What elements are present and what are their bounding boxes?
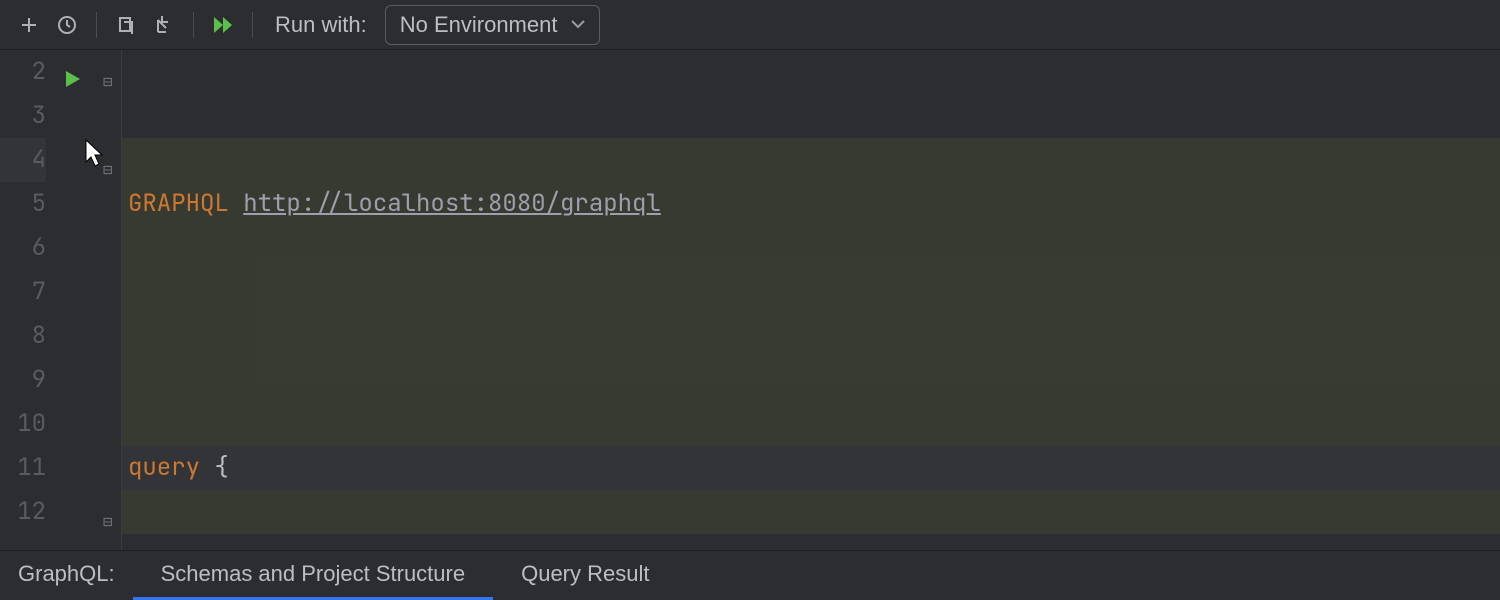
tab-query-result[interactable]: Query Result [493, 551, 677, 600]
line-number: 12 [0, 490, 46, 534]
line-number: 6 [0, 226, 46, 270]
scratch-icon [154, 15, 174, 35]
line-number: 11 [0, 446, 46, 490]
code-line [122, 314, 1500, 358]
line-number: 10 [0, 402, 46, 446]
environment-select[interactable]: No Environment [385, 5, 601, 45]
method-keyword: GRAPHQL [128, 188, 229, 219]
line-number-gutter: 2 3 4 5 6 7 8 9 10 11 12 [0, 50, 56, 550]
run-with-label: Run with: [275, 12, 367, 38]
fold-toggle[interactable]: ⊟ [103, 148, 113, 192]
code-line: GRAPHQL http://localhost:8080/graphql [122, 182, 1500, 226]
line-number: 4 [0, 138, 46, 182]
query-keyword: query [128, 452, 200, 483]
code-area[interactable]: GRAPHQL http://localhost:8080/graphql qu… [122, 50, 1500, 550]
run-all-button[interactable] [208, 10, 238, 40]
code-editor[interactable]: 2 3 4 5 6 7 8 9 10 11 12 ⊟ ⊟ ⊟ GRAPHQL h… [0, 50, 1500, 550]
double-play-icon [212, 15, 234, 35]
code-line: query { [122, 446, 1500, 490]
copy-button[interactable] [111, 10, 141, 40]
line-number: 5 [0, 182, 46, 226]
run-request-button[interactable] [64, 60, 82, 104]
line-number: 9 [0, 358, 46, 402]
run-gutter [56, 50, 100, 550]
toolbar: Run with: No Environment [0, 0, 1500, 50]
line-number: 8 [0, 314, 46, 358]
play-icon [64, 69, 82, 89]
fold-gutter: ⊟ ⊟ ⊟ [100, 50, 122, 550]
tab-schemas[interactable]: Schemas and Project Structure [133, 551, 493, 600]
toolbar-separator [252, 12, 253, 38]
endpoint-url[interactable]: http://localhost:8080/graphql [243, 188, 661, 219]
import-button[interactable] [149, 10, 179, 40]
line-number: 7 [0, 270, 46, 314]
panel-title: GraphQL: [0, 551, 133, 600]
chevron-down-icon [571, 20, 585, 30]
copy-icon [116, 15, 136, 35]
toolbar-separator [96, 12, 97, 38]
clock-icon [57, 15, 77, 35]
line-number: 3 [0, 94, 46, 138]
graphql-panel: GraphQL: Schemas and Project Structure Q… [0, 550, 1500, 600]
history-button[interactable] [52, 10, 82, 40]
fold-toggle[interactable]: ⊟ [103, 500, 113, 544]
add-button[interactable] [14, 10, 44, 40]
line-number: 2 [0, 50, 46, 94]
fold-toggle[interactable]: ⊟ [103, 60, 113, 104]
environment-selected-value: No Environment [400, 12, 558, 38]
toolbar-separator [193, 12, 194, 38]
plus-icon [19, 15, 39, 35]
